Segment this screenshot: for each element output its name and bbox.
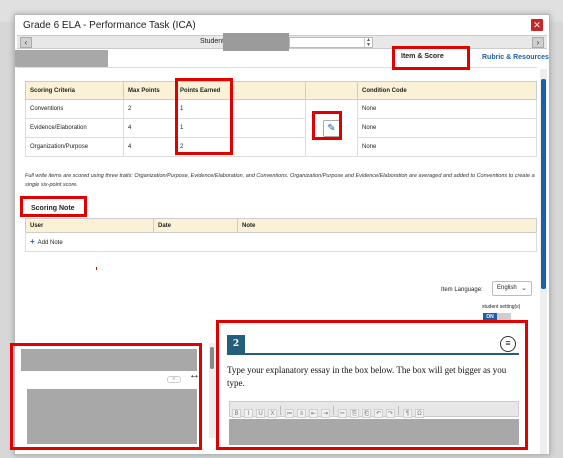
notes-table: User Date Note (25, 218, 537, 233)
scoring-help-text: Full write items are scored using three … (25, 173, 535, 188)
editor-toolbar: B I U X ≔ ≡ ⇤ ⇥ ✂ ⎘ ⎗ ↶ ↷ ¶ Ω (229, 401, 519, 418)
bold-icon[interactable]: B (232, 409, 241, 418)
indent-icon[interactable]: ⇥ (321, 409, 330, 418)
next-student-button[interactable]: › (532, 37, 544, 48)
paste-icon[interactable]: ⎗ (362, 409, 371, 418)
toggle-on-label: ON (483, 313, 497, 321)
item-language-label: Item Language: (441, 287, 483, 293)
condition-cell: None (357, 118, 537, 138)
modal-scroll-thumb[interactable] (541, 79, 546, 289)
passage-scrollbar[interactable] (209, 343, 215, 438)
passage-scroll-thumb[interactable] (210, 347, 214, 369)
student-spinner[interactable]: ▲ ▼ (364, 38, 372, 47)
paragraph-icon[interactable]: ¶ (403, 409, 412, 418)
criteria-cell: Organization/Purpose (25, 137, 124, 157)
question-menu-icon[interactable]: ≡ (500, 336, 516, 352)
points-earned-cell: 1 (175, 118, 306, 138)
toolbar-separator (398, 406, 399, 415)
scoring-note-header: Scoring Note (31, 205, 75, 212)
modal-title: Grade 6 ELA - Performance Task (ICA) (23, 20, 196, 31)
student-select[interactable]: ▲ ▼ (289, 37, 373, 48)
question-number: 2 (227, 335, 245, 353)
special-character-icon[interactable]: Ω (415, 409, 424, 418)
points-earned-cell: 2 (175, 137, 306, 157)
tabs-divider (17, 67, 537, 68)
add-note-row: + Add Note (25, 232, 537, 252)
close-button[interactable]: ✕ (531, 19, 543, 31)
tab-rubric-resources[interactable]: Rubric & Resources (482, 54, 549, 61)
tab-item-score[interactable]: Item & Score (401, 53, 444, 60)
redacted-passage-header (21, 349, 197, 371)
student-settings-label: student setting(s) (482, 304, 521, 310)
passage-pane (15, 341, 215, 454)
header-note: Note (237, 218, 537, 233)
pencil-icon[interactable]: ✎ (323, 119, 340, 137)
item-language-select[interactable]: English ⌄ (492, 281, 532, 296)
passage-menu-icon[interactable]: ≡ (167, 376, 181, 383)
notes-table-header: User Date Note (25, 218, 537, 233)
max-points-cell: 2 (123, 99, 176, 119)
question-pane: 2 ≡ Type your explanatory essay in the b… (223, 333, 525, 454)
copy-icon[interactable]: ⎘ (350, 409, 359, 418)
criteria-cell: Conventions (25, 99, 124, 119)
table-row: Conventions 2 1 ✎ None (25, 99, 537, 157)
underline-icon[interactable]: U (256, 409, 265, 418)
redacted-strip (15, 50, 108, 67)
toolbar-separator (280, 406, 281, 415)
max-points-cell: 4 (123, 137, 176, 157)
plus-icon: + (30, 237, 35, 246)
add-note-button[interactable]: + Add Note (30, 237, 63, 246)
redo-icon[interactable]: ↷ (386, 409, 395, 418)
essay-response-area[interactable] (229, 419, 519, 445)
criteria-cell: Evidence/Elaboration (25, 118, 124, 138)
points-earned-cell: 1 (175, 99, 306, 119)
resize-icon[interactable]: ↔ (189, 369, 200, 381)
header-edit (305, 81, 358, 100)
table-row: Evidence/Elaboration 4 1 None (25, 118, 537, 138)
header-condition-code: Condition Code (357, 81, 537, 100)
redacted-passage-body (27, 389, 197, 444)
undo-icon[interactable]: ↶ (374, 409, 383, 418)
header-criteria: Scoring Criteria (25, 81, 124, 100)
spin-down-icon[interactable]: ▼ (365, 42, 372, 48)
scoring-modal: Grade 6 ELA - Performance Task (ICA) ✕ ‹… (14, 14, 550, 455)
header-points-earned: Points Earned (175, 81, 306, 100)
header-date: Date (153, 218, 238, 233)
cut-icon[interactable]: ✂ (338, 409, 347, 418)
student-name-redacted (223, 33, 289, 51)
header-max-points: Max Points (123, 81, 176, 100)
strikethrough-icon[interactable]: X (268, 409, 277, 418)
numbered-list-icon[interactable]: ≔ (285, 409, 294, 418)
previous-student-button[interactable]: ‹ (20, 37, 32, 48)
bullet-list-icon[interactable]: ≡ (297, 409, 306, 418)
chevron-down-icon: ⌄ (521, 285, 527, 292)
condition-cell: None (357, 137, 537, 157)
modal-scrollbar[interactable] (540, 69, 547, 454)
question-prompt: Type your explanatory essay in the box b… (227, 365, 507, 388)
toolbar-separator (333, 406, 334, 415)
student-settings-toggle[interactable]: ON (483, 313, 511, 321)
edit-cell: ✎ (305, 99, 358, 157)
scoring-table-header: Scoring Criteria Max Points Points Earne… (25, 81, 537, 100)
scoring-table: Scoring Criteria Max Points Points Earne… (25, 81, 537, 157)
question-divider (227, 353, 519, 355)
condition-cell: None (357, 99, 537, 119)
student-bar: ‹ Student: ▲ ▼ › (17, 33, 547, 51)
header-user: User (25, 218, 154, 233)
italic-icon[interactable]: I (244, 409, 253, 418)
outdent-icon[interactable]: ⇤ (309, 409, 318, 418)
max-points-cell: 4 (123, 118, 176, 138)
add-note-label: Add Note (37, 240, 63, 246)
red-marker (96, 267, 97, 270)
table-row: Organization/Purpose 4 2 None (25, 137, 537, 157)
item-language-value: English (497, 285, 517, 291)
